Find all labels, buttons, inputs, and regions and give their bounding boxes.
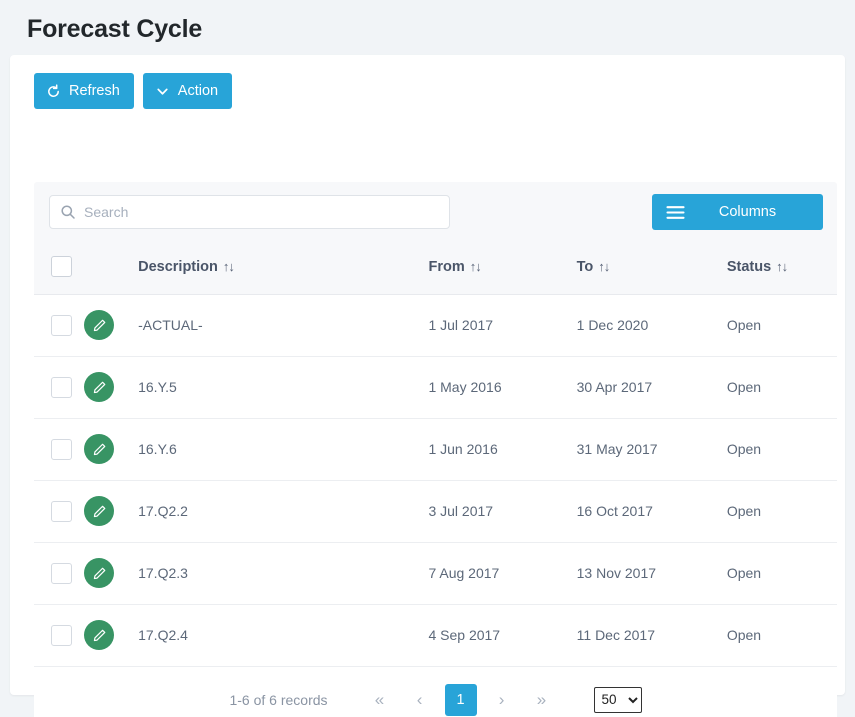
search-field-wrapper	[49, 195, 450, 229]
cell-from: 4 Sep 2017	[428, 604, 576, 666]
cell-to: 30 Apr 2017	[577, 356, 727, 418]
cell-description: 16.Y.6	[138, 418, 428, 480]
cell-description: 17.Q2.4	[138, 604, 428, 666]
header-status[interactable]: Status ↑↓	[727, 240, 837, 294]
header-description[interactable]: Description ↑↓	[138, 240, 428, 294]
row-edit-cell	[84, 356, 138, 418]
row-checkbox[interactable]	[51, 315, 72, 336]
cell-from: 1 Jul 2017	[428, 294, 576, 356]
next-page-button[interactable]: ›	[485, 683, 519, 717]
refresh-icon	[46, 84, 61, 99]
prev-page-button[interactable]: ‹	[403, 683, 437, 717]
action-label: Action	[178, 84, 218, 99]
columns-button[interactable]: Columns	[652, 194, 823, 230]
edit-icon[interactable]	[84, 496, 114, 526]
table-head: Description ↑↓ From ↑↓ To ↑↓ Status ↑↓	[34, 240, 837, 294]
last-page-button[interactable]: »	[525, 683, 559, 717]
content-card: Refresh Action	[10, 55, 845, 695]
first-page-button[interactable]: «	[363, 683, 397, 717]
edit-icon[interactable]	[84, 620, 114, 650]
cell-from: 1 Jun 2016	[428, 418, 576, 480]
row-select-cell	[34, 480, 84, 542]
header-description-label: Description	[138, 259, 218, 275]
row-edit-cell	[84, 294, 138, 356]
row-select-cell	[34, 356, 84, 418]
list-icon	[652, 205, 698, 220]
edit-icon[interactable]	[84, 310, 114, 340]
row-checkbox[interactable]	[51, 439, 72, 460]
table-row: 17.Q2.23 Jul 201716 Oct 2017Open	[34, 480, 837, 542]
cell-to: 1 Dec 2020	[577, 294, 727, 356]
cell-description: 17.Q2.2	[138, 480, 428, 542]
row-edit-cell	[84, 542, 138, 604]
cell-to: 31 May 2017	[577, 418, 727, 480]
cell-status: Open	[727, 356, 837, 418]
page-title: Forecast Cycle	[0, 0, 855, 44]
toolbar: Refresh Action	[10, 55, 845, 109]
cell-description: 16.Y.5	[138, 356, 428, 418]
header-to-label: To	[577, 259, 594, 275]
row-edit-cell	[84, 480, 138, 542]
header-to[interactable]: To ↑↓	[577, 240, 727, 294]
row-edit-cell	[84, 418, 138, 480]
row-select-cell	[34, 542, 84, 604]
chevron-down-icon	[155, 84, 170, 99]
cell-description: 17.Q2.3	[138, 542, 428, 604]
row-edit-cell	[84, 604, 138, 666]
header-from[interactable]: From ↑↓	[428, 240, 576, 294]
cell-from: 3 Jul 2017	[428, 480, 576, 542]
refresh-button[interactable]: Refresh	[34, 73, 134, 109]
cell-to: 16 Oct 2017	[577, 480, 727, 542]
table-row: 16.Y.61 Jun 201631 May 2017Open	[34, 418, 837, 480]
page-size-select[interactable]: 50	[594, 687, 642, 713]
records-count: 1-6 of 6 records	[229, 692, 327, 708]
cell-status: Open	[727, 418, 837, 480]
sort-icon[interactable]: ↑↓	[223, 259, 234, 274]
cell-from: 1 May 2016	[428, 356, 576, 418]
page-1-button[interactable]: 1	[445, 684, 477, 716]
action-button[interactable]: Action	[143, 73, 232, 109]
refresh-label: Refresh	[69, 84, 120, 99]
header-from-label: From	[428, 259, 464, 275]
cell-to: 13 Nov 2017	[577, 542, 727, 604]
pagination: 1-6 of 6 records « ‹ 1 › » 50	[34, 667, 837, 717]
table-controls: Columns	[34, 182, 837, 240]
edit-icon[interactable]	[84, 434, 114, 464]
sort-icon[interactable]: ↑↓	[598, 259, 609, 274]
cell-status: Open	[727, 480, 837, 542]
row-select-cell	[34, 418, 84, 480]
header-edit	[84, 240, 138, 294]
row-select-cell	[34, 294, 84, 356]
row-checkbox[interactable]	[51, 501, 72, 522]
header-status-label: Status	[727, 259, 771, 275]
table-row: 16.Y.51 May 201630 Apr 2017Open	[34, 356, 837, 418]
select-all-checkbox[interactable]	[51, 256, 72, 277]
cell-from: 7 Aug 2017	[428, 542, 576, 604]
search-input[interactable]	[49, 195, 450, 229]
sort-icon[interactable]: ↑↓	[470, 259, 481, 274]
cell-status: Open	[727, 542, 837, 604]
cell-to: 11 Dec 2017	[577, 604, 727, 666]
edit-icon[interactable]	[84, 558, 114, 588]
table-row: -ACTUAL-1 Jul 20171 Dec 2020Open	[34, 294, 837, 356]
row-checkbox[interactable]	[51, 625, 72, 646]
row-checkbox[interactable]	[51, 563, 72, 584]
cell-status: Open	[727, 294, 837, 356]
row-checkbox[interactable]	[51, 377, 72, 398]
table-panel: Columns Description ↑↓ From ↑↓	[34, 182, 837, 695]
table-row: 17.Q2.44 Sep 201711 Dec 2017Open	[34, 604, 837, 666]
cell-description: -ACTUAL-	[138, 294, 428, 356]
sort-icon[interactable]: ↑↓	[776, 259, 787, 274]
edit-icon[interactable]	[84, 372, 114, 402]
header-select-all	[34, 240, 84, 294]
data-table: Description ↑↓ From ↑↓ To ↑↓ Status ↑↓ -ACTU…	[34, 240, 837, 667]
cell-status: Open	[727, 604, 837, 666]
table-body: -ACTUAL-1 Jul 20171 Dec 2020Open16.Y.51 …	[34, 294, 837, 666]
table-row: 17.Q2.37 Aug 201713 Nov 2017Open	[34, 542, 837, 604]
row-select-cell	[34, 604, 84, 666]
table-header-row: Description ↑↓ From ↑↓ To ↑↓ Status ↑↓	[34, 240, 837, 294]
columns-label: Columns	[698, 204, 823, 220]
